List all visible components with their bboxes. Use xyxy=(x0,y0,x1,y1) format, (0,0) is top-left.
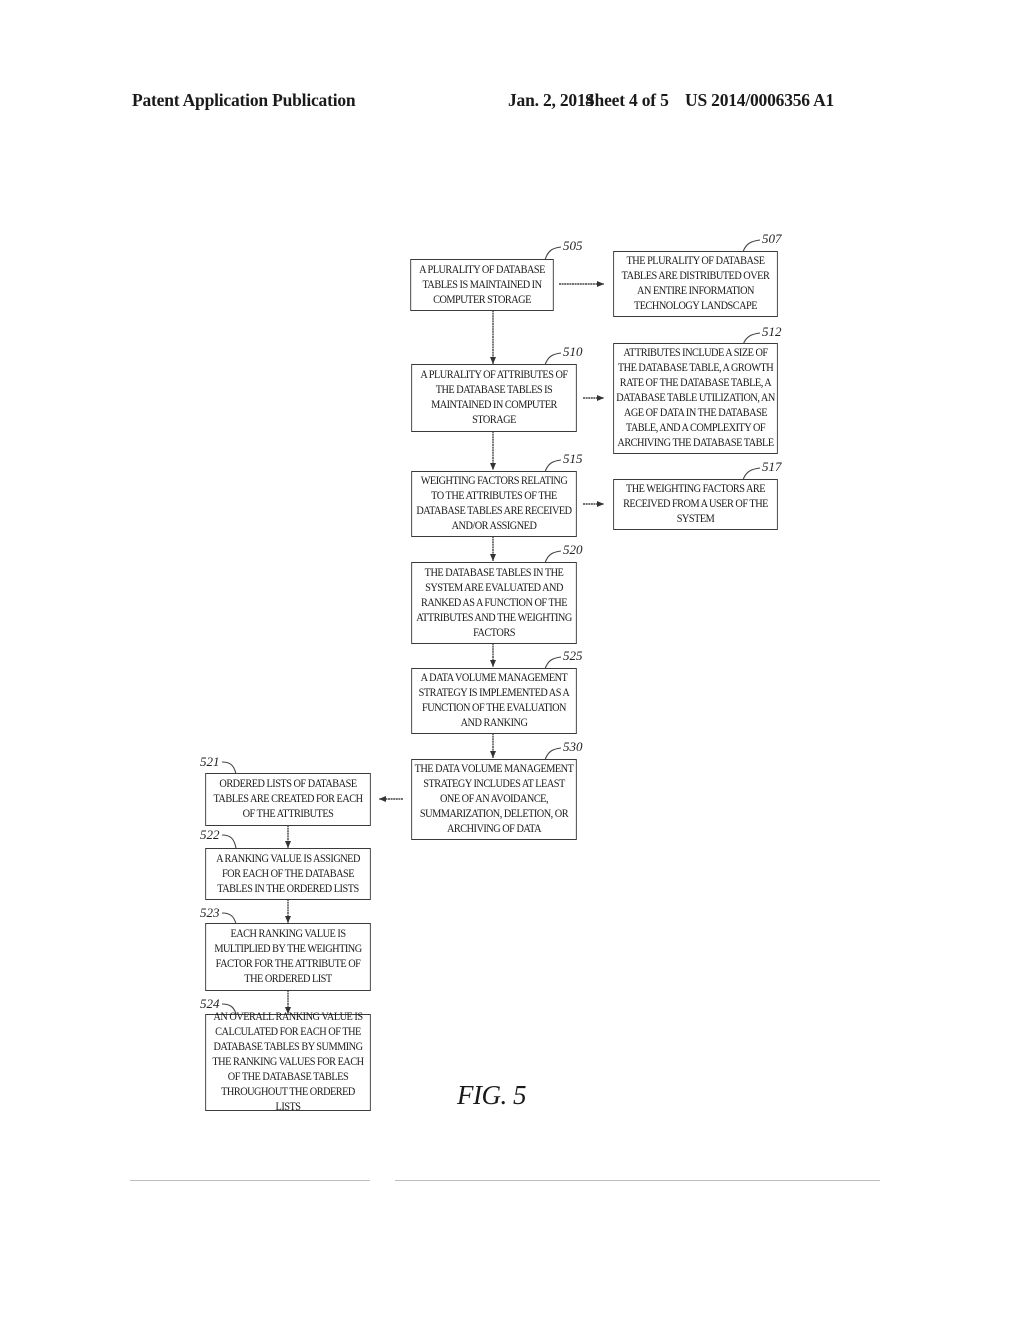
ref-523: 523 xyxy=(200,905,220,920)
step-523-box: Each ranking value is multiplied by the … xyxy=(205,923,371,991)
step-522-box: A ranking value is assigned for each of … xyxy=(205,848,371,900)
flowchart-connectors xyxy=(221,239,761,1015)
step-521-box: Ordered lists of database tables are cre… xyxy=(205,773,371,826)
step-522-text: A ranking value is assigned for each of … xyxy=(216,852,360,895)
ref-522: 522 xyxy=(200,827,220,842)
ref-521: 521 xyxy=(200,754,220,769)
step-517-box: The weighting factors are received from … xyxy=(613,479,778,530)
step-521-text: Ordered lists of database tables are cre… xyxy=(213,778,363,820)
scan-artifact-line xyxy=(395,1180,880,1181)
ref-512: 512 xyxy=(762,324,782,339)
step-524-box: An overall ranking value is calculated f… xyxy=(205,1011,371,1113)
ref-515: 515 xyxy=(563,451,583,466)
ref-507: 507 xyxy=(762,231,782,246)
step-525-box: A data volume management strategy is imp… xyxy=(411,668,577,734)
step-507-box: The plurality of database tables are dis… xyxy=(613,251,778,317)
ref-510: 510 xyxy=(563,344,583,359)
step-507-text: The plurality of database tables are dis… xyxy=(621,255,770,312)
step-523-text: Each ranking value is multiplied by the … xyxy=(214,928,362,985)
ref-505: 505 xyxy=(563,238,583,253)
ref-525: 525 xyxy=(563,648,583,663)
step-512-text: Attributes include a size of the databas… xyxy=(616,347,775,449)
step-524-text: An overall ranking value is calculated f… xyxy=(212,1011,364,1113)
step-520-text: The database tables in the system are ev… xyxy=(416,566,572,639)
ref-517: 517 xyxy=(762,459,782,474)
ref-530: 530 xyxy=(563,739,583,754)
step-505-text: A plurality of database tables is mainta… xyxy=(419,263,545,306)
step-510-box: A plurality of attributes of the databas… xyxy=(411,364,577,432)
ref-520: 520 xyxy=(563,542,583,557)
leader-522 xyxy=(221,834,237,849)
step-515-box: Weighting factors relating to the attrib… xyxy=(411,471,577,537)
step-517-text: The weighting factors are received from … xyxy=(623,483,768,525)
step-525-text: A data volume management strategy is imp… xyxy=(418,672,570,729)
step-530-box: The data volume management strategy incl… xyxy=(411,759,577,840)
step-510-text: A plurality of attributes of the databas… xyxy=(420,369,568,426)
step-505-box: A plurality of database tables is mainta… xyxy=(410,259,554,311)
step-512-box: Attributes include a size of the databas… xyxy=(613,343,778,454)
step-515-text: Weighting factors relating to the attrib… xyxy=(416,475,572,532)
figure-label: FIG. 5 xyxy=(457,1080,526,1110)
step-520-box: The database tables in the system are ev… xyxy=(411,562,577,644)
step-530-text: The data volume management strategy incl… xyxy=(414,763,574,835)
scan-artifact-line xyxy=(130,1180,370,1181)
